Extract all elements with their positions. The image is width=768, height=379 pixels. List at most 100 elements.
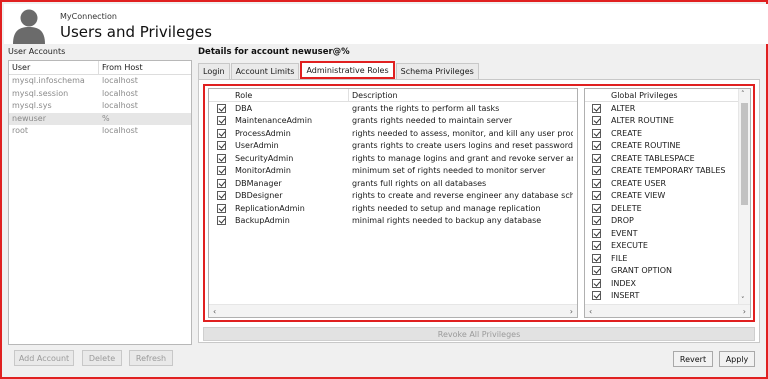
tab-account-limits[interactable]: Account Limits — [230, 63, 300, 79]
role-checkbox[interactable] — [217, 128, 226, 138]
privilege-checkbox[interactable] — [592, 178, 601, 188]
privilege-checkbox[interactable] — [592, 116, 601, 126]
add-account-button[interactable]: Add Account — [14, 350, 74, 366]
role-checkbox[interactable] — [217, 103, 226, 113]
privilege-checkbox[interactable] — [592, 266, 601, 276]
role-row[interactable]: DBManager grants full rights on all datab… — [209, 177, 577, 190]
column-header-user[interactable]: User — [9, 61, 99, 74]
account-row[interactable]: mysql.sys localhost — [9, 100, 191, 113]
privilege-checkbox[interactable] — [592, 278, 601, 288]
privilege-row[interactable]: CREATE USER — [585, 177, 750, 190]
privilege-row[interactable]: CREATE — [585, 127, 750, 140]
scroll-left-icon[interactable]: ‹ — [589, 307, 592, 316]
revoke-all-privileges-button[interactable]: Revoke All Privileges — [203, 327, 755, 341]
role-row[interactable]: DBDesigner rights to create and reverse e… — [209, 190, 577, 203]
account-row-selected[interactable]: newuser % — [9, 112, 191, 125]
account-row[interactable]: mysql.infoschema localhost — [9, 75, 191, 88]
role-row[interactable]: DBA grants the rights to perform all task… — [209, 102, 577, 115]
role-checkbox[interactable] — [217, 203, 226, 213]
privilege-checkbox[interactable] — [592, 228, 601, 238]
role-row[interactable]: UserAdmin grants rights to create users l… — [209, 140, 577, 153]
privilege-row[interactable]: ALTER — [585, 102, 750, 115]
privilege-checkbox[interactable] — [592, 216, 601, 226]
scrollbar-thumb[interactable] — [741, 103, 748, 205]
role-row[interactable]: ProcessAdmin rights needed to assess, mon… — [209, 127, 577, 140]
role-name: MaintenanceAdmin — [235, 116, 313, 126]
role-checkbox[interactable] — [217, 166, 226, 176]
column-header-from-host[interactable]: From Host — [99, 61, 146, 74]
tab-administrative-roles[interactable]: Administrative Roles — [300, 61, 395, 79]
privilege-name: FILE — [611, 253, 628, 263]
global-privileges-header: Global Privileges — [585, 89, 750, 102]
user-accounts-label: User Accounts — [8, 47, 66, 56]
privilege-row[interactable]: DELETE — [585, 202, 750, 215]
scroll-right-icon[interactable]: › — [570, 307, 573, 316]
privilege-row[interactable]: FILE — [585, 252, 750, 265]
privilege-row[interactable]: CREATE VIEW — [585, 190, 750, 203]
roles-list[interactable]: Role Description DBA grants the rights to… — [208, 88, 578, 318]
role-checkbox[interactable] — [217, 178, 226, 188]
privilege-checkbox[interactable] — [592, 166, 601, 176]
role-checkbox[interactable] — [217, 153, 226, 163]
privilege-row[interactable]: EVENT — [585, 227, 750, 240]
delete-button[interactable]: Delete — [82, 350, 122, 366]
privilege-checkbox[interactable] — [592, 253, 601, 263]
user-accounts-list[interactable]: User From Host mysql.infoschema localhos… — [8, 60, 192, 345]
account-user: newuser — [12, 113, 46, 123]
privilege-name: CREATE VIEW — [611, 191, 666, 201]
tab-login[interactable]: Login — [198, 63, 230, 79]
scroll-up-icon[interactable]: ˄ — [741, 90, 745, 98]
role-description: rights needed to setup and manage replic… — [352, 203, 541, 213]
role-description: minimum set of rights needed to monitor … — [352, 166, 546, 176]
role-description: rights needed to assess, monitor, and ki… — [352, 128, 573, 138]
privilege-row[interactable]: CREATE TEMPORARY TABLES — [585, 165, 750, 178]
privilege-row[interactable]: INDEX — [585, 277, 750, 290]
role-row[interactable]: ReplicationAdmin rights needed to setup a… — [209, 202, 577, 215]
apply-button[interactable]: Apply — [719, 351, 755, 367]
scroll-left-icon[interactable]: ‹ — [213, 307, 216, 316]
account-row[interactable]: root localhost — [9, 125, 191, 138]
privilege-checkbox[interactable] — [592, 291, 601, 301]
privilege-checkbox[interactable] — [592, 103, 601, 113]
role-checkbox[interactable] — [217, 216, 226, 226]
scroll-down-icon[interactable]: ˅ — [741, 296, 745, 304]
role-description: grants full rights on all databases — [352, 178, 487, 188]
global-privileges-list[interactable]: Global Privileges ALTER ALTER ROUTINE CREA… — [584, 88, 751, 318]
role-checkbox[interactable] — [217, 141, 226, 151]
refresh-button[interactable]: Refresh — [129, 350, 173, 366]
tab-schema-privileges[interactable]: Schema Privileges — [395, 63, 479, 79]
account-row[interactable]: mysql.session localhost — [9, 88, 191, 101]
roles-horizontal-scrollbar[interactable]: ‹ › — [209, 304, 577, 317]
privilege-row[interactable]: GRANT OPTION — [585, 265, 750, 278]
role-name: ProcessAdmin — [235, 128, 291, 138]
privilege-row[interactable]: CREATE TABLESPACE — [585, 152, 750, 165]
privileges-horizontal-scrollbar[interactable]: ‹ › — [585, 304, 750, 317]
privilege-checkbox[interactable] — [592, 141, 601, 151]
privilege-checkbox[interactable] — [592, 128, 601, 138]
role-row[interactable]: BackupAdmin minimal rights needed to back… — [209, 215, 577, 228]
column-header-description[interactable]: Description — [349, 89, 398, 101]
privilege-checkbox[interactable] — [592, 203, 601, 213]
privilege-row[interactable]: EXECUTE — [585, 240, 750, 253]
privileges-vertical-scrollbar[interactable]: ˄ ˅ — [738, 89, 750, 305]
revert-button[interactable]: Revert — [673, 351, 713, 367]
scroll-right-icon[interactable]: › — [743, 307, 746, 316]
role-row[interactable]: MonitorAdmin minimum set of rights needed… — [209, 165, 577, 178]
role-checkbox[interactable] — [217, 191, 226, 201]
role-checkbox[interactable] — [217, 116, 226, 126]
privilege-checkbox[interactable] — [592, 241, 601, 251]
privilege-row[interactable]: ALTER ROUTINE — [585, 115, 750, 128]
role-row[interactable]: SecurityAdmin rights to manage logins and… — [209, 152, 577, 165]
column-header-role[interactable]: Role — [209, 89, 349, 101]
privilege-row[interactable]: INSERT — [585, 290, 750, 303]
user-avatar-icon — [13, 9, 45, 44]
privilege-name: ALTER — [611, 103, 636, 113]
privilege-row[interactable]: DROP — [585, 215, 750, 228]
role-row[interactable]: MaintenanceAdmin grants rights needed to … — [209, 115, 577, 128]
account-host: localhost — [102, 76, 138, 85]
privilege-checkbox[interactable] — [592, 153, 601, 163]
privilege-row[interactable]: CREATE ROUTINE — [585, 140, 750, 153]
role-description: rights to create and reverse engineer an… — [352, 191, 573, 201]
user-accounts-header: User From Host — [9, 61, 191, 75]
privilege-checkbox[interactable] — [592, 191, 601, 201]
